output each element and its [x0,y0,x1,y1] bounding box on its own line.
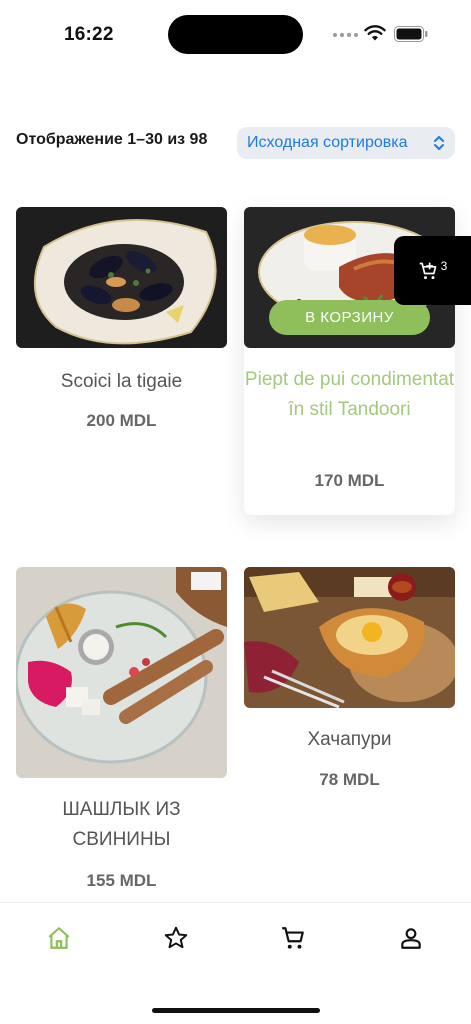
cart-count-badge: 3 [440,258,448,273]
product-card[interactable]: Scoici la tigaie 200 MDL [16,207,227,437]
battery-icon [394,26,428,42]
home-indicator[interactable] [152,1008,320,1013]
cellular-signal-icon [333,33,358,37]
wifi-icon [364,25,386,41]
product-image-khachapuri[interactable] [244,567,455,708]
status-bar: 16:22 [0,0,471,70]
nav-home[interactable] [46,925,72,951]
star-icon [164,926,188,949]
product-price: 170 MDL [314,471,385,490]
sort-selected-label: Исходная сортировка [247,134,408,151]
product-image-mussels[interactable] [16,207,227,348]
nav-account[interactable] [398,925,424,951]
sort-select[interactable]: Исходная сортировка [237,127,455,159]
cart-icon [282,927,304,949]
nav-cart[interactable] [280,925,306,951]
product-price: 78 MDL [319,770,380,789]
floating-cart-button[interactable]: 3 [394,236,471,305]
product-name[interactable]: ШАШЛЫК ИЗ СВИНИНЫ [16,795,227,855]
home-icon [48,927,70,949]
product-image-shashlik[interactable] [16,567,227,778]
product-name[interactable]: Scoici la tigaie [16,367,227,397]
product-price: 155 MDL [86,871,157,890]
product-name[interactable]: Piept de pui condimentat în stil Tandoor… [244,365,455,425]
nav-favorites[interactable] [163,925,189,951]
product-price: 200 MDL [86,411,157,430]
dynamic-island [168,15,303,54]
add-to-cart-button[interactable]: В КОРЗИНУ [269,300,430,335]
cart-add-icon [419,262,436,279]
chevron-up-down-icon [434,136,444,150]
product-name[interactable]: Хачапури [244,725,455,755]
status-time: 16:22 [64,24,114,45]
bottom-navigation [0,902,471,1024]
user-icon [401,928,421,949]
result-count: Отображение 1–30 из 98 [16,131,208,148]
product-card[interactable]: ШАШЛЫК ИЗ СВИНИНЫ 155 MDL [16,567,227,897]
product-card[interactable]: Хачапури 78 MDL [244,567,455,797]
